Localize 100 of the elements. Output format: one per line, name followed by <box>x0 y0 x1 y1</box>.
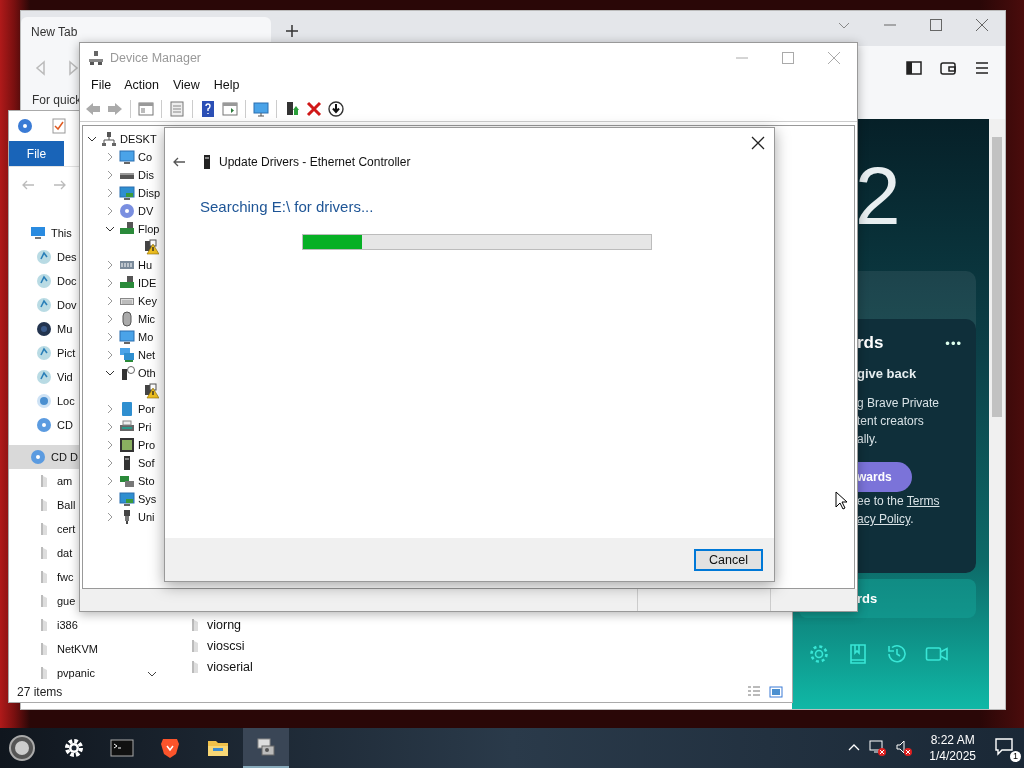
folder-row[interactable]: vioserial <box>187 656 257 677</box>
chevron-right-icon[interactable] <box>105 440 115 450</box>
nav-item[interactable]: i386 <box>9 613 80 637</box>
nav-item[interactable]: NetKVM <box>9 637 100 661</box>
warning-device-icon[interactable] <box>143 383 159 399</box>
tree-item[interactable]: Pro <box>138 439 156 451</box>
settings-icon[interactable] <box>808 643 830 665</box>
nav-item[interactable]: gue <box>9 589 78 613</box>
clock-button[interactable]: 8:22 AM 1/4/2025 <box>929 732 976 764</box>
nav-item[interactable]: Pict <box>9 341 78 365</box>
tree-item[interactable]: DV <box>138 205 154 217</box>
tree-item[interactable]: Flop <box>138 223 160 235</box>
nav-item[interactable]: CD D <box>9 445 80 469</box>
nav-item[interactable]: CD <box>9 413 75 437</box>
tree-item[interactable]: Uni <box>138 511 155 523</box>
sidebar-icon[interactable] <box>905 58 923 77</box>
more-menu[interactable]: ••• <box>945 335 962 351</box>
nav-item[interactable]: fwc <box>9 565 76 589</box>
file-tab[interactable]: File <box>9 141 64 166</box>
tree-item[interactable]: Pri <box>138 421 152 433</box>
chevron-right-icon[interactable] <box>105 350 115 360</box>
taskbar-app[interactable] <box>243 728 289 768</box>
back-arrow-icon[interactable] <box>172 155 186 169</box>
chevron-right-icon[interactable] <box>105 206 115 216</box>
chevron-right-icon[interactable] <box>105 152 115 162</box>
chevron-right-icon[interactable] <box>105 314 115 324</box>
tree-item[interactable]: Mic <box>138 313 156 325</box>
menu-item[interactable]: Help <box>206 77 247 92</box>
nav-item[interactable]: Doc <box>9 269 79 293</box>
nav-item[interactable]: am <box>9 469 75 493</box>
disc-icon <box>119 203 135 219</box>
maximize-icon[interactable] <box>781 51 795 65</box>
chevron-right-icon[interactable] <box>105 278 115 288</box>
chevron-right-icon[interactable] <box>105 512 115 522</box>
chevron-down-icon[interactable] <box>87 134 97 144</box>
notification-button[interactable]: 1 <box>994 736 1018 760</box>
nav-item[interactable]: dat <box>9 541 75 565</box>
menu-item[interactable]: View <box>165 77 207 92</box>
help-icon[interactable] <box>199 99 217 118</box>
tree-item[interactable]: Sto <box>138 475 155 487</box>
large-icons-view-icon[interactable] <box>768 684 784 700</box>
disc-icon[interactable] <box>17 118 33 134</box>
cancel-button[interactable]: Cancel <box>694 548 763 571</box>
checklist-icon[interactable] <box>51 118 67 134</box>
uninstall-icon[interactable] <box>305 99 323 118</box>
tree-item[interactable]: Mo <box>138 331 154 343</box>
chevron-right-icon[interactable] <box>105 332 115 342</box>
terms-link[interactable]: Terms <box>906 494 940 508</box>
maximize-icon[interactable] <box>929 18 943 32</box>
chevron-right-icon[interactable] <box>105 188 115 198</box>
folder-row[interactable]: vioscsi <box>187 635 249 656</box>
chevron-down-icon[interactable] <box>105 368 115 378</box>
chevron-right-icon[interactable] <box>105 404 115 414</box>
chevron-right-icon[interactable] <box>105 476 115 486</box>
tree-item[interactable]: Oth <box>138 367 156 379</box>
bookmark-icon[interactable] <box>847 643 869 665</box>
chevron-right-icon[interactable] <box>105 170 115 180</box>
nav-item[interactable]: Mu <box>9 317 75 341</box>
chevron-right-icon[interactable] <box>105 260 115 270</box>
download-icon[interactable] <box>327 99 345 118</box>
plus-icon[interactable] <box>285 24 299 38</box>
tree-item[interactable]: Key <box>138 295 157 307</box>
tree-item[interactable]: Dis <box>138 169 154 181</box>
tree-item[interactable]: Co <box>138 151 153 163</box>
nav-item[interactable]: Dov <box>9 293 79 317</box>
folder-row[interactable]: viorng <box>187 614 246 635</box>
console-tree-icon[interactable] <box>137 99 155 118</box>
start-button[interactable] <box>8 734 36 762</box>
tree-item[interactable]: IDE <box>138 277 157 289</box>
nav-item[interactable]: Vid <box>9 365 75 389</box>
nav-item[interactable]: Des <box>9 245 79 269</box>
chevron-right-icon[interactable] <box>105 296 115 306</box>
chevron-down-icon[interactable] <box>105 224 115 234</box>
tree-item[interactable]: Net <box>138 349 156 361</box>
tree-item[interactable]: Hu <box>138 259 153 271</box>
menu-item[interactable]: File <box>84 77 119 92</box>
history-icon[interactable] <box>886 643 908 665</box>
tree-item[interactable]: Por <box>138 403 156 415</box>
menu-item[interactable]: Action <box>118 77 166 92</box>
nav-item[interactable]: pvpanic <box>9 661 97 685</box>
warning-device-icon[interactable] <box>143 239 159 255</box>
network-disconnected-icon[interactable] <box>869 739 888 757</box>
tree-item[interactable]: Sys <box>138 493 157 505</box>
tree-item[interactable]: Disp <box>138 187 160 199</box>
nav-item[interactable]: cert <box>9 517 78 541</box>
speaker-muted-icon[interactable] <box>895 739 914 757</box>
tree-item[interactable]: Sof <box>138 457 155 469</box>
close-icon[interactable] <box>751 136 765 150</box>
chevron-right-icon[interactable] <box>105 458 115 468</box>
monitor-icon[interactable] <box>252 99 270 118</box>
nav-item[interactable]: Loc <box>9 389 77 413</box>
scrollbar[interactable] <box>989 119 1005 709</box>
nav-item[interactable]: This <box>9 221 74 245</box>
chevron-down-icon[interactable] <box>147 669 157 679</box>
tree-item[interactable]: DESKT <box>120 133 157 145</box>
chevron-right-icon[interactable] <box>105 422 115 432</box>
nav-item[interactable]: Ball <box>9 493 78 517</box>
folder-icon <box>41 475 47 487</box>
properties-icon[interactable] <box>168 99 186 118</box>
chevron-right-icon[interactable] <box>105 494 115 504</box>
